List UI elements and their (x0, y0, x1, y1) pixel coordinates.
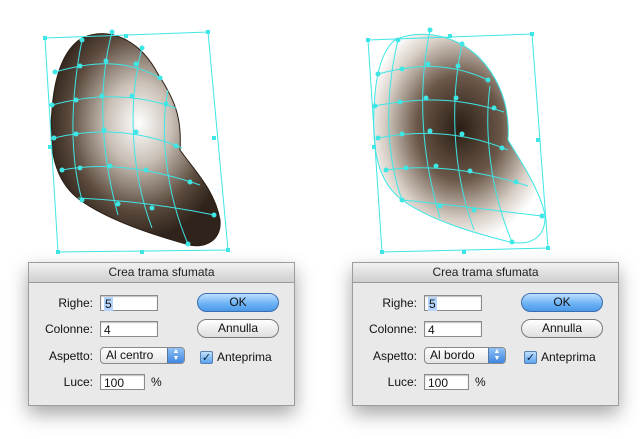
cancel-button[interactable]: Annulla (521, 319, 603, 338)
rows-label: Righe: (382, 296, 417, 310)
rows-label: Righe: (58, 296, 93, 310)
select-arrows-icon: ▲ ▼ (488, 348, 505, 363)
checkmark-icon: ✓ (525, 352, 536, 364)
gradient-mesh-dialog-right: Crea trama sfumata Righe: 5 Colonne: 4 A… (352, 262, 619, 406)
aspect-label: Aspetto: (48, 349, 93, 363)
rows-input[interactable]: 5 (424, 295, 482, 311)
ok-button[interactable]: OK (521, 293, 603, 312)
rows-input[interactable]: 5 (100, 295, 158, 311)
select-arrows-icon: ▲ ▼ (167, 348, 184, 363)
artwork-canvas (43, 27, 550, 255)
aspect-select[interactable]: Al centro ▲ ▼ (100, 347, 185, 364)
aspect-select[interactable]: Al bordo ▲ ▼ (424, 347, 506, 364)
preview-label: Anteprima (541, 350, 596, 364)
light-label: Luce: (63, 375, 93, 389)
mesh-object-left[interactable] (43, 29, 230, 255)
aspect-select-value: Al bordo (430, 348, 475, 362)
checkmark-icon: ✓ (201, 352, 212, 364)
light-input[interactable]: 100 (424, 374, 469, 390)
aspect-label: Aspetto: (372, 349, 417, 363)
light-unit: % (151, 375, 162, 389)
columns-input[interactable]: 4 (100, 321, 158, 337)
mesh-object-right[interactable] (366, 27, 550, 255)
cancel-button[interactable]: Annulla (197, 319, 279, 338)
columns-input[interactable]: 4 (424, 321, 482, 337)
columns-label: Colonne: (368, 322, 417, 336)
gradient-mesh-dialog-left: Crea trama sfumata Righe: 5 Colonne: 4 A… (28, 262, 295, 406)
dialog-title: Crea trama sfumata (353, 263, 618, 283)
light-unit: % (475, 375, 486, 389)
columns-label: Colonne: (44, 322, 93, 336)
ok-button[interactable]: OK (197, 293, 279, 312)
aspect-select-value: Al centro (106, 348, 154, 362)
preview-checkbox[interactable]: ✓ (200, 351, 213, 364)
light-input[interactable]: 100 (100, 374, 145, 390)
preview-checkbox[interactable]: ✓ (524, 351, 537, 364)
dialog-title: Crea trama sfumata (29, 263, 294, 283)
preview-label: Anteprima (217, 350, 272, 364)
light-label: Luce: (387, 375, 417, 389)
